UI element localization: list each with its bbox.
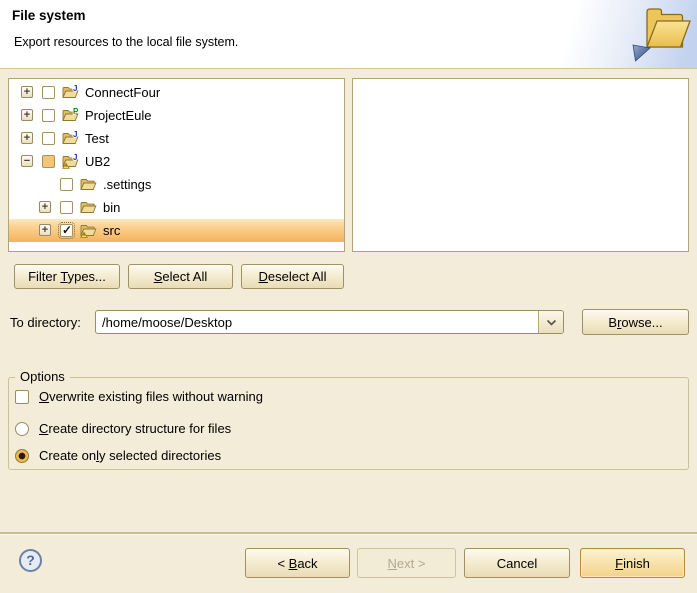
tree-item-settings[interactable]: .settings — [9, 173, 344, 196]
expand-plus-icon[interactable] — [21, 109, 33, 121]
expand-plus-icon[interactable] — [21, 86, 33, 98]
tree-item-connectfour[interactable]: J ConnectFour — [9, 81, 344, 104]
button-mnemonic: T — [60, 269, 67, 284]
java-project-folder-icon: J — [62, 130, 79, 147]
expand-plus-icon[interactable] — [39, 201, 51, 213]
button-label: eselect All — [268, 269, 327, 284]
options-group: Options Overwrite existing files without… — [8, 377, 689, 470]
option-overwrite[interactable]: Overwrite existing files without warning — [9, 388, 688, 406]
checkbox-connectfour[interactable] — [42, 86, 55, 99]
checkbox-test[interactable] — [42, 132, 55, 145]
tree-item-test[interactable]: J Test — [9, 127, 344, 150]
select-all-button[interactable]: Select All — [128, 264, 233, 289]
svg-text:P: P — [73, 107, 79, 116]
option-label: Overwrite existing files without warning — [39, 388, 263, 406]
button-label: Filter — [28, 269, 60, 284]
wizard-banner: File system Export resources to the loca… — [0, 0, 697, 69]
tree-item-bin[interactable]: bin — [9, 196, 344, 219]
tree-item-label: bin — [103, 196, 120, 219]
button-mnemonic: N — [388, 556, 397, 571]
back-button[interactable]: < Back — [245, 548, 350, 578]
svg-text:J: J — [73, 84, 77, 93]
help-icon[interactable] — [19, 549, 42, 572]
create-structure-radio[interactable] — [15, 422, 29, 436]
option-label: Create directory structure for files — [39, 420, 231, 438]
to-directory-label: To directory: — [10, 315, 81, 330]
directory-combo — [95, 310, 564, 334]
tree-item-label: ConnectFour — [85, 81, 160, 104]
option-create-structure[interactable]: Create directory structure for files — [9, 420, 688, 438]
folder-icon — [80, 176, 97, 193]
next-button: Next > — [357, 548, 456, 578]
footer-separator — [0, 532, 697, 535]
tree-item-label: ProjectEule — [85, 104, 151, 127]
java-project-folder-icon: J — [62, 84, 79, 101]
open-folder-export-icon — [631, 3, 693, 65]
checkbox-bin[interactable] — [60, 201, 73, 214]
page-subtitle: Export resources to the local file syste… — [14, 35, 238, 49]
svg-text:J: J — [73, 130, 77, 139]
chevron-down-icon — [546, 319, 557, 326]
button-mnemonic: F — [615, 556, 623, 571]
combo-dropdown-button[interactable] — [538, 311, 563, 333]
overwrite-checkbox[interactable] — [15, 390, 29, 404]
resource-tree: J ConnectFour P ProjectEule J Test J UB2… — [8, 78, 345, 252]
tree-item-label: Test — [85, 127, 109, 150]
svg-text:J: J — [73, 153, 77, 162]
options-group-title: Options — [15, 369, 70, 384]
checkbox-settings[interactable] — [60, 178, 73, 191]
filter-types-button[interactable]: Filter Types... — [14, 264, 120, 289]
expand-plus-icon[interactable] — [21, 132, 33, 144]
create-selected-radio[interactable] — [15, 449, 29, 463]
button-mnemonic: D — [259, 269, 268, 284]
expand-plus-icon[interactable] — [39, 224, 51, 236]
button-label: ext > — [397, 556, 426, 571]
option-create-selected[interactable]: Create only selected directories — [9, 447, 688, 465]
tree-item-ub2[interactable]: J UB2 — [9, 150, 344, 173]
directory-input[interactable] — [96, 311, 538, 333]
tree-item-label: src — [103, 219, 120, 242]
collapse-minus-icon[interactable] — [21, 155, 33, 167]
option-label: Create only selected directories — [39, 447, 221, 465]
button-label: Cancel — [497, 556, 537, 571]
button-label: ack — [297, 556, 317, 571]
selection-detail-panel — [352, 78, 689, 252]
deselect-all-button[interactable]: Deselect All — [241, 264, 344, 289]
tree-item-projecteule[interactable]: P ProjectEule — [9, 104, 344, 127]
button-label: < — [277, 556, 288, 571]
button-label: elect All — [162, 269, 207, 284]
folder-warning-icon — [80, 222, 97, 239]
project-folder-icon: P — [62, 107, 79, 124]
page-title: File system — [12, 8, 86, 23]
tree-item-src[interactable]: src — [9, 219, 344, 242]
folder-icon — [80, 199, 97, 216]
checkbox-projecteule[interactable] — [42, 109, 55, 122]
checkbox-src-checked[interactable] — [60, 224, 73, 237]
tree-item-label: .settings — [103, 173, 151, 196]
button-label: inish — [623, 556, 650, 571]
java-project-folder-warning-icon: J — [62, 153, 79, 170]
button-label: ypes... — [68, 269, 106, 284]
cancel-button[interactable]: Cancel — [464, 548, 570, 578]
button-label: owse... — [621, 315, 662, 330]
checkbox-ub2-grayed[interactable] — [42, 155, 55, 168]
browse-button[interactable]: Browse... — [582, 309, 689, 335]
finish-button[interactable]: Finish — [580, 548, 685, 578]
button-label: B — [608, 315, 617, 330]
tree-item-label: UB2 — [85, 150, 110, 173]
